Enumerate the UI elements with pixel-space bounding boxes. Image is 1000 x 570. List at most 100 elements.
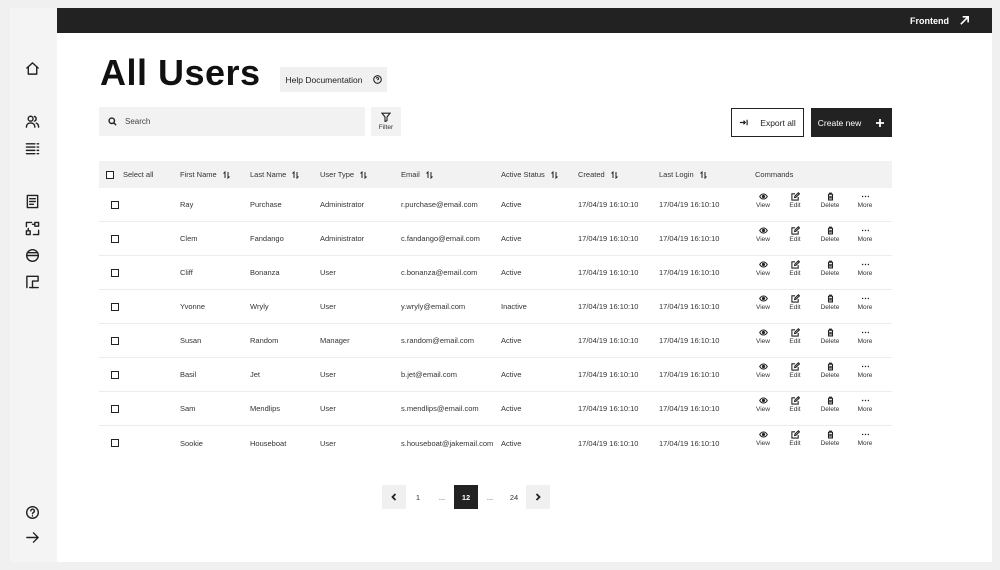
table-row[interactable]: Clem Fandango Administrator c.fandango@emai… (99, 222, 892, 256)
delete-button[interactable]: Delete (815, 226, 845, 243)
view-button[interactable]: View (748, 260, 778, 277)
table-row[interactable]: Basil Jet User b.jet@email.com Active 17/04/1… (99, 358, 892, 392)
eye-icon (758, 295, 768, 302)
row-checkbox[interactable] (111, 302, 119, 311)
search-input[interactable] (125, 117, 345, 126)
edit-label: Edit (789, 270, 801, 277)
sidebar-item-home[interactable] (20, 57, 44, 79)
row-checkbox[interactable] (111, 268, 119, 277)
view-button[interactable]: View (748, 430, 778, 447)
table-row[interactable]: Yvonne Wryly User y.wryly@email.com Inactive… (99, 290, 892, 324)
more-button[interactable]: More (850, 260, 880, 277)
next-page-button[interactable] (526, 485, 550, 509)
header-label: Last Login (659, 170, 694, 179)
eye-icon (758, 329, 768, 336)
row-checkbox[interactable] (111, 370, 119, 379)
page-current[interactable]: 12 (454, 485, 478, 509)
export-all-button[interactable]: Export all (731, 108, 804, 137)
last-name-cell: Bonanza (250, 268, 280, 277)
edit-label: Edit (789, 406, 801, 413)
select-all-checkbox[interactable] (106, 170, 114, 179)
row-checkbox[interactable] (111, 200, 119, 209)
edit-button[interactable]: Edit (780, 430, 810, 447)
more-button[interactable]: More (850, 226, 880, 243)
sidebar-item-lists[interactable] (20, 137, 44, 159)
row-checkbox[interactable] (111, 404, 119, 413)
table-row[interactable]: Sookie Houseboat User s.houseboat@jakemail.… (99, 426, 892, 460)
select-all[interactable]: Select all (106, 161, 153, 188)
header-active-status[interactable]: Active Status (501, 161, 558, 188)
edit-button[interactable]: Edit (780, 294, 810, 311)
view-button[interactable]: View (748, 226, 778, 243)
frontend-link[interactable]: Frontend (910, 8, 970, 33)
table-row[interactable]: Cliff Bonanza User c.bonanza@email.com Activ… (99, 256, 892, 290)
delete-button[interactable]: Delete (815, 362, 845, 379)
header-email[interactable]: Email (401, 161, 433, 188)
last-login-cell: 17/04/19 16:10:10 (659, 302, 720, 311)
edit-button[interactable]: Edit (780, 226, 810, 243)
view-button[interactable]: View (748, 294, 778, 311)
sort-icon (360, 170, 367, 180)
row-checkbox[interactable] (111, 336, 119, 345)
page-last[interactable]: 24 (502, 485, 526, 509)
row-checkbox[interactable] (111, 439, 119, 447)
trash-icon (827, 226, 833, 235)
sidebar-item-layout[interactable] (20, 270, 44, 292)
more-button[interactable]: More (850, 396, 880, 413)
circle-minus-icon (25, 248, 39, 262)
eye-icon (758, 431, 768, 438)
table-row[interactable]: Ray Purchase Administrator r.purchase@email… (99, 188, 892, 222)
header-last-name[interactable]: Last Name (250, 161, 300, 188)
more-button[interactable]: More (850, 362, 880, 379)
delete-button[interactable]: Delete (815, 260, 845, 277)
table-row[interactable]: Susan Random Manager s.random@email.com Acti… (99, 324, 892, 358)
create-new-button[interactable]: Create new (811, 108, 892, 137)
table-row[interactable]: Sam Mendlips User s.mendlips@email.com Activ… (99, 392, 892, 426)
more-button[interactable]: More (850, 328, 880, 345)
edit-button[interactable]: Edit (780, 328, 810, 345)
header-last-login[interactable]: Last Login (659, 161, 707, 188)
view-button[interactable]: View (748, 362, 778, 379)
sidebar-item-expand[interactable] (20, 526, 44, 548)
edit-label: Edit (789, 202, 801, 209)
more-button[interactable]: More (850, 430, 880, 447)
page-first[interactable]: 1 (406, 485, 430, 509)
delete-button[interactable]: Delete (815, 430, 845, 447)
created-cell: 17/04/19 16:10:10 (578, 268, 639, 277)
header-user-type[interactable]: User Type (320, 161, 367, 188)
view-button[interactable]: View (748, 192, 778, 209)
sort-icon (222, 170, 230, 180)
sidebar-item-flows[interactable] (20, 217, 44, 239)
help-documentation-button[interactable]: Help Documentation (280, 67, 387, 92)
export-icon (740, 119, 748, 126)
view-button[interactable]: View (748, 328, 778, 345)
more-button[interactable]: More (850, 192, 880, 209)
export-all-label: Export all (760, 117, 796, 128)
delete-button[interactable]: Delete (815, 192, 845, 209)
edit-button[interactable]: Edit (780, 396, 810, 413)
filter-button[interactable]: Filter (371, 107, 401, 136)
delete-button[interactable]: Delete (815, 294, 845, 311)
sidebar-item-help[interactable] (20, 501, 44, 523)
page-ellipsis: ... (438, 492, 446, 502)
header-created[interactable]: Created (578, 161, 618, 188)
edit-label: Edit (789, 304, 801, 311)
prev-page-button[interactable] (382, 485, 406, 509)
header-first-name[interactable]: First Name (180, 161, 230, 188)
row-checkbox[interactable] (111, 234, 119, 243)
edit-button[interactable]: Edit (780, 362, 810, 379)
delete-button[interactable]: Delete (815, 328, 845, 345)
delete-button[interactable]: Delete (815, 396, 845, 413)
sidebar-item-documents[interactable] (20, 190, 44, 212)
header-label: Active Status (501, 170, 545, 179)
page-title: All Users (100, 52, 261, 93)
more-button[interactable]: More (850, 294, 880, 311)
delete-label: Delete (820, 270, 840, 277)
home-icon (25, 61, 39, 75)
edit-button[interactable]: Edit (780, 192, 810, 209)
edit-button[interactable]: Edit (780, 260, 810, 277)
sidebar-item-users[interactable] (20, 110, 44, 132)
sidebar-item-circle[interactable] (20, 244, 44, 266)
row-checkbox-cell (111, 256, 119, 289)
view-button[interactable]: View (748, 396, 778, 413)
